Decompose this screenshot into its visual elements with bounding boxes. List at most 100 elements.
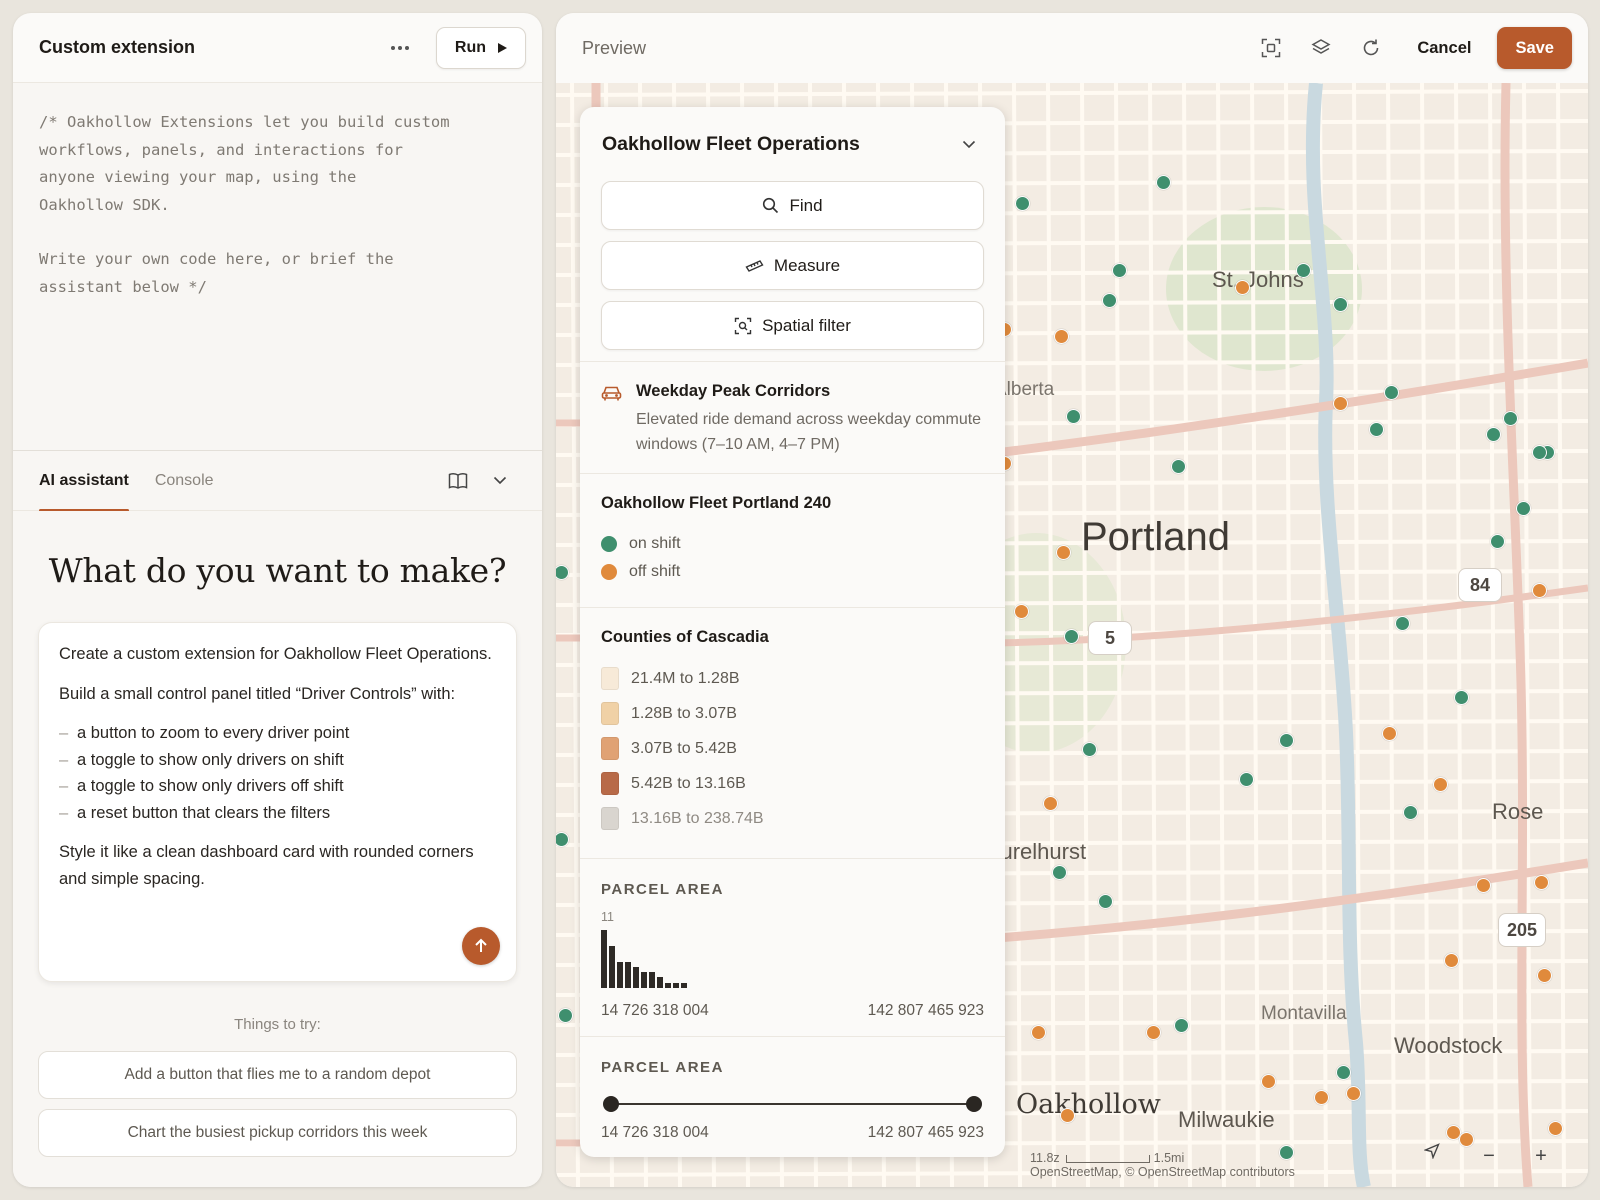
histogram-bar <box>617 961 623 988</box>
driver-point[interactable] <box>1333 396 1348 411</box>
driver-point[interactable] <box>1060 1108 1075 1123</box>
driver-point[interactable] <box>558 1008 573 1023</box>
driver-point[interactable] <box>1174 1018 1189 1033</box>
driver-point[interactable] <box>1454 690 1469 705</box>
driver-point[interactable] <box>1296 263 1311 278</box>
driver-point[interactable] <box>1015 196 1030 211</box>
driver-point[interactable] <box>1444 953 1459 968</box>
driver-point[interactable] <box>1369 422 1384 437</box>
prompt-list-item: – a toggle to show only drivers on shift <box>59 750 344 769</box>
assistant-body: What do you want to make? Create a custo… <box>13 511 542 1187</box>
ruler-icon <box>745 259 764 272</box>
prompt-input[interactable]: Create a custom extension for Oakhollow … <box>38 622 517 982</box>
locate-icon[interactable] <box>1424 1143 1450 1169</box>
driver-point[interactable] <box>1548 1121 1563 1136</box>
driver-point[interactable] <box>1516 501 1531 516</box>
driver-point[interactable] <box>1532 445 1547 460</box>
code-line: workflows, panels, and interactions for <box>39 140 403 159</box>
driver-point[interactable] <box>1235 280 1250 295</box>
driver-point[interactable] <box>1403 805 1418 820</box>
zoom-out-button[interactable]: − <box>1476 1143 1502 1169</box>
driver-point[interactable] <box>1433 777 1448 792</box>
send-button[interactable] <box>462 927 500 965</box>
driver-point[interactable] <box>1171 459 1186 474</box>
driver-point[interactable] <box>1031 1025 1046 1040</box>
driver-point[interactable] <box>1064 629 1079 644</box>
driver-point[interactable] <box>1534 875 1549 890</box>
map-label-st-johns: St. Johns <box>1212 267 1304 292</box>
zoom-in-button[interactable]: + <box>1528 1143 1554 1169</box>
highway-shield-5: 5 <box>1088 621 1132 655</box>
corridor-layer[interactable]: Weekday Peak Corridors Elevated ride dem… <box>580 361 1005 473</box>
range-slider[interactable] <box>603 1096 982 1112</box>
code-editor[interactable]: /* Oakhollow Extensions let you build cu… <box>13 83 542 451</box>
car-icon <box>601 386 622 401</box>
preview-panel: Preview Cancel Save St. Johns Alberta Po… <box>556 13 1588 1187</box>
refresh-icon[interactable] <box>1351 28 1391 68</box>
fit-extent-icon[interactable] <box>1251 28 1291 68</box>
suggestion-busiest-corridors[interactable]: Chart the busiest pickup corridors this … <box>38 1109 517 1157</box>
driver-point[interactable] <box>1014 604 1029 619</box>
driver-point[interactable] <box>1043 796 1058 811</box>
driver-point[interactable] <box>1486 427 1501 442</box>
driver-point[interactable] <box>1490 534 1505 549</box>
slider-min-handle[interactable] <box>603 1096 619 1112</box>
tab-console[interactable]: Console <box>155 451 214 511</box>
chevron-down-icon[interactable] <box>484 465 516 497</box>
chevron-down-icon[interactable] <box>955 130 983 158</box>
driver-point[interactable] <box>1503 411 1518 426</box>
county-class: 3.07B to 5.42B <box>601 737 984 760</box>
driver-point[interactable] <box>1066 409 1081 424</box>
counties-legend-title: Counties of Cascadia <box>601 628 769 646</box>
driver-point[interactable] <box>1476 878 1491 893</box>
tab-ai-assistant[interactable]: AI assistant <box>39 451 129 512</box>
cancel-button[interactable]: Cancel <box>1417 39 1471 58</box>
driver-point[interactable] <box>1098 894 1113 909</box>
driver-point[interactable] <box>1459 1132 1474 1147</box>
histogram-bar <box>609 945 615 988</box>
county-class: 21.4M to 1.28B <box>601 667 984 690</box>
driver-point[interactable] <box>1336 1065 1351 1080</box>
zoom-readout: 11.8z <box>1030 1151 1060 1165</box>
driver-point[interactable] <box>1279 733 1294 748</box>
driver-point[interactable] <box>1102 293 1117 308</box>
driver-point[interactable] <box>1156 175 1171 190</box>
driver-point[interactable] <box>1382 726 1397 741</box>
driver-point[interactable] <box>1146 1025 1161 1040</box>
driver-point[interactable] <box>1532 583 1547 598</box>
play-icon <box>498 42 507 53</box>
editor-panel: Custom extension Run /* Oakhollow Extens… <box>13 13 542 1187</box>
driver-point[interactable] <box>1395 616 1410 631</box>
docs-book-icon[interactable] <box>442 465 474 497</box>
layers-icon[interactable] <box>1301 28 1341 68</box>
run-button[interactable]: Run <box>435 26 526 69</box>
run-button-label: Run <box>454 38 486 56</box>
slider-max-handle[interactable] <box>966 1096 982 1112</box>
driver-point[interactable] <box>1112 263 1127 278</box>
driver-point[interactable] <box>1056 545 1071 560</box>
panel-header[interactable]: Oakhollow Fleet Operations <box>580 107 1005 181</box>
driver-point[interactable] <box>1082 742 1097 757</box>
driver-point[interactable] <box>1384 385 1399 400</box>
more-options-button[interactable] <box>382 30 418 66</box>
driver-point[interactable] <box>1052 865 1067 880</box>
map-label-oakhollow: Oakhollow <box>1016 1089 1161 1120</box>
driver-point[interactable] <box>1346 1086 1361 1101</box>
histogram-max-count: 11 <box>601 910 614 924</box>
driver-point[interactable] <box>1054 329 1069 344</box>
prompt-list-item: – a reset button that clears the filters <box>59 803 331 822</box>
code-line: Write your own code here, or brief the <box>39 250 394 268</box>
driver-point[interactable] <box>1537 968 1552 983</box>
things-to-try-label: Things to try: <box>234 1016 321 1033</box>
legend-on-shift: on shift <box>601 535 984 553</box>
driver-point[interactable] <box>1261 1074 1276 1089</box>
save-button[interactable]: Save <box>1497 27 1572 69</box>
prompt-paragraph: Style it like a clean dashboard card wit… <box>59 843 474 888</box>
measure-button[interactable]: Measure <box>601 241 984 290</box>
find-button[interactable]: Find <box>601 181 984 230</box>
driver-point[interactable] <box>1239 772 1254 787</box>
suggestion-random-depot[interactable]: Add a button that flies me to a random d… <box>38 1051 517 1099</box>
driver-point[interactable] <box>1314 1090 1329 1105</box>
driver-point[interactable] <box>1333 297 1348 312</box>
spatial-filter-button[interactable]: Spatial filter <box>601 301 984 350</box>
